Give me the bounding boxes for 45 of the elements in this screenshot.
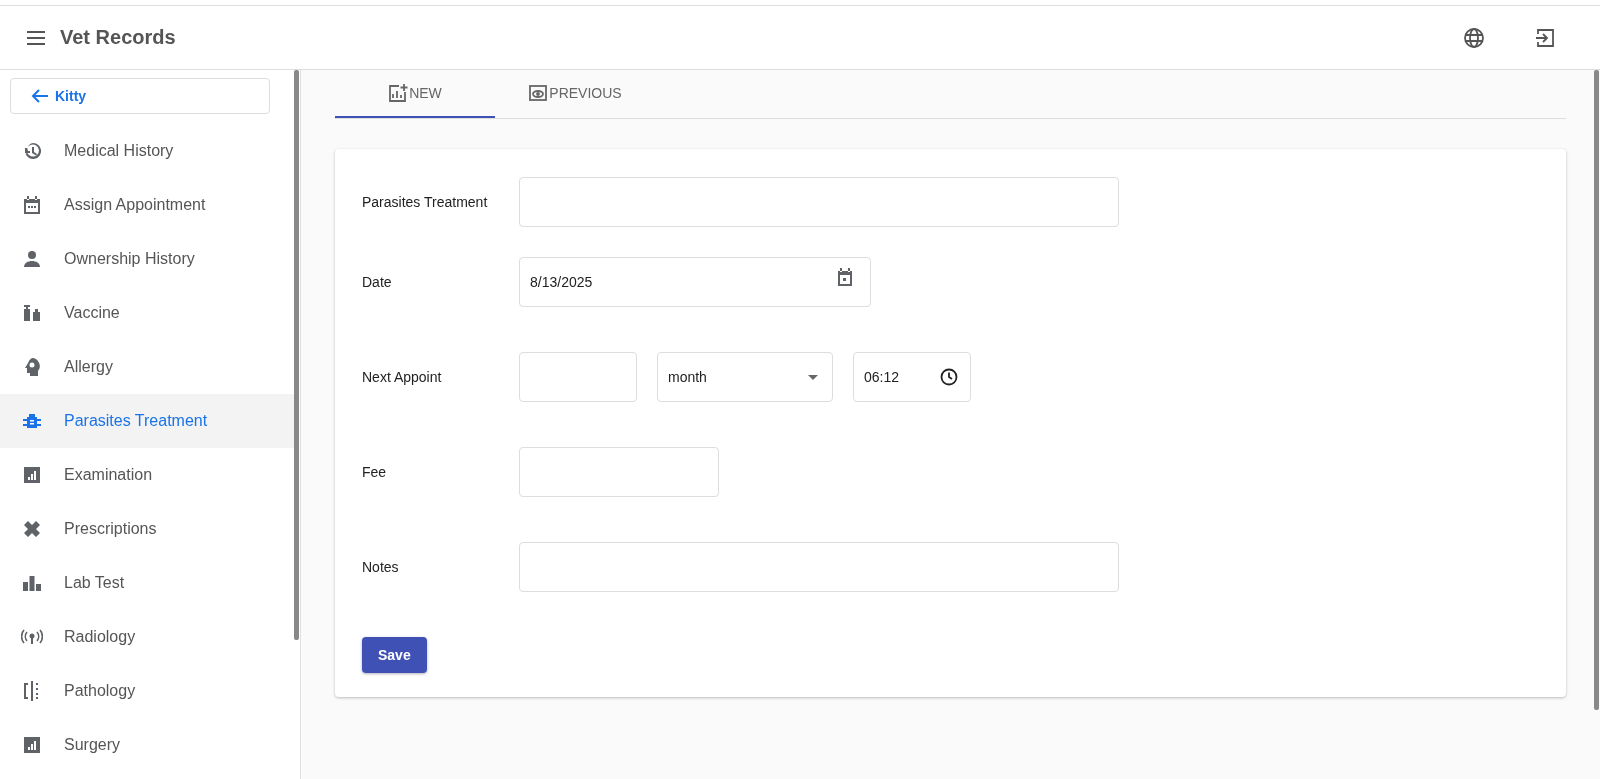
field-label: Next Appoint — [362, 369, 443, 385]
menu-icon[interactable] — [26, 30, 46, 45]
sidebar-item[interactable]: Radiology — [0, 610, 294, 664]
chart-box-icon — [21, 734, 43, 756]
globe-icon[interactable] — [1463, 26, 1485, 49]
time-field[interactable]: 06:12 — [853, 352, 971, 402]
app-title: Vet Records — [60, 26, 176, 49]
scrollbar-thumb[interactable] — [1594, 70, 1599, 710]
select-field[interactable]: month — [657, 352, 833, 402]
eye-icon — [528, 83, 549, 103]
sidebar-item[interactable]: Lab Test — [0, 556, 294, 610]
field-label: Fee — [362, 464, 388, 480]
chart-box-icon — [21, 464, 43, 486]
back-button[interactable]: Kitty — [10, 78, 270, 114]
sidebar-item[interactable]: Examination — [0, 448, 294, 502]
tab[interactable]: PREVIOUS — [495, 70, 655, 118]
sidebar-item[interactable]: Parasites Treatment — [0, 394, 294, 448]
calendar-icon[interactable] — [837, 268, 853, 286]
sidebar-item[interactable]: Assign Appointment — [0, 178, 294, 232]
scrollbar-thumb[interactable] — [294, 70, 299, 640]
input-field[interactable] — [519, 177, 1119, 227]
input-field[interactable] — [519, 447, 719, 497]
sidebar-item[interactable]: Surgery — [0, 718, 294, 772]
sidebar-item[interactable]: Ownership History — [0, 232, 294, 286]
sidebar-item[interactable]: Pathology — [0, 664, 294, 718]
sidebar-item[interactable]: Allergy — [0, 340, 294, 394]
add-chart-icon — [388, 83, 409, 103]
back-arrow-icon — [31, 88, 49, 104]
sidebar-item[interactable]: Vaccine — [0, 286, 294, 340]
calendar-icon — [21, 194, 43, 216]
person-icon — [21, 248, 43, 270]
sidebar-item[interactable]: Prescriptions — [0, 502, 294, 556]
dropdown-caret-icon — [808, 374, 818, 380]
tab[interactable]: NEW — [335, 70, 495, 118]
field-label: Parasites Treatment — [362, 194, 489, 210]
input-field[interactable] — [519, 352, 637, 402]
save-button[interactable]: Save — [362, 637, 427, 673]
sidebar-item[interactable]: Medical History — [0, 124, 294, 178]
logout-icon[interactable] — [1535, 27, 1555, 48]
date-field[interactable]: 8/13/2025 — [519, 257, 871, 307]
clock-icon[interactable] — [940, 368, 958, 386]
field-label: Date — [362, 274, 393, 290]
vaccine-icon — [21, 302, 43, 324]
input-field[interactable] — [519, 542, 1119, 592]
field-label: Notes — [362, 559, 400, 575]
